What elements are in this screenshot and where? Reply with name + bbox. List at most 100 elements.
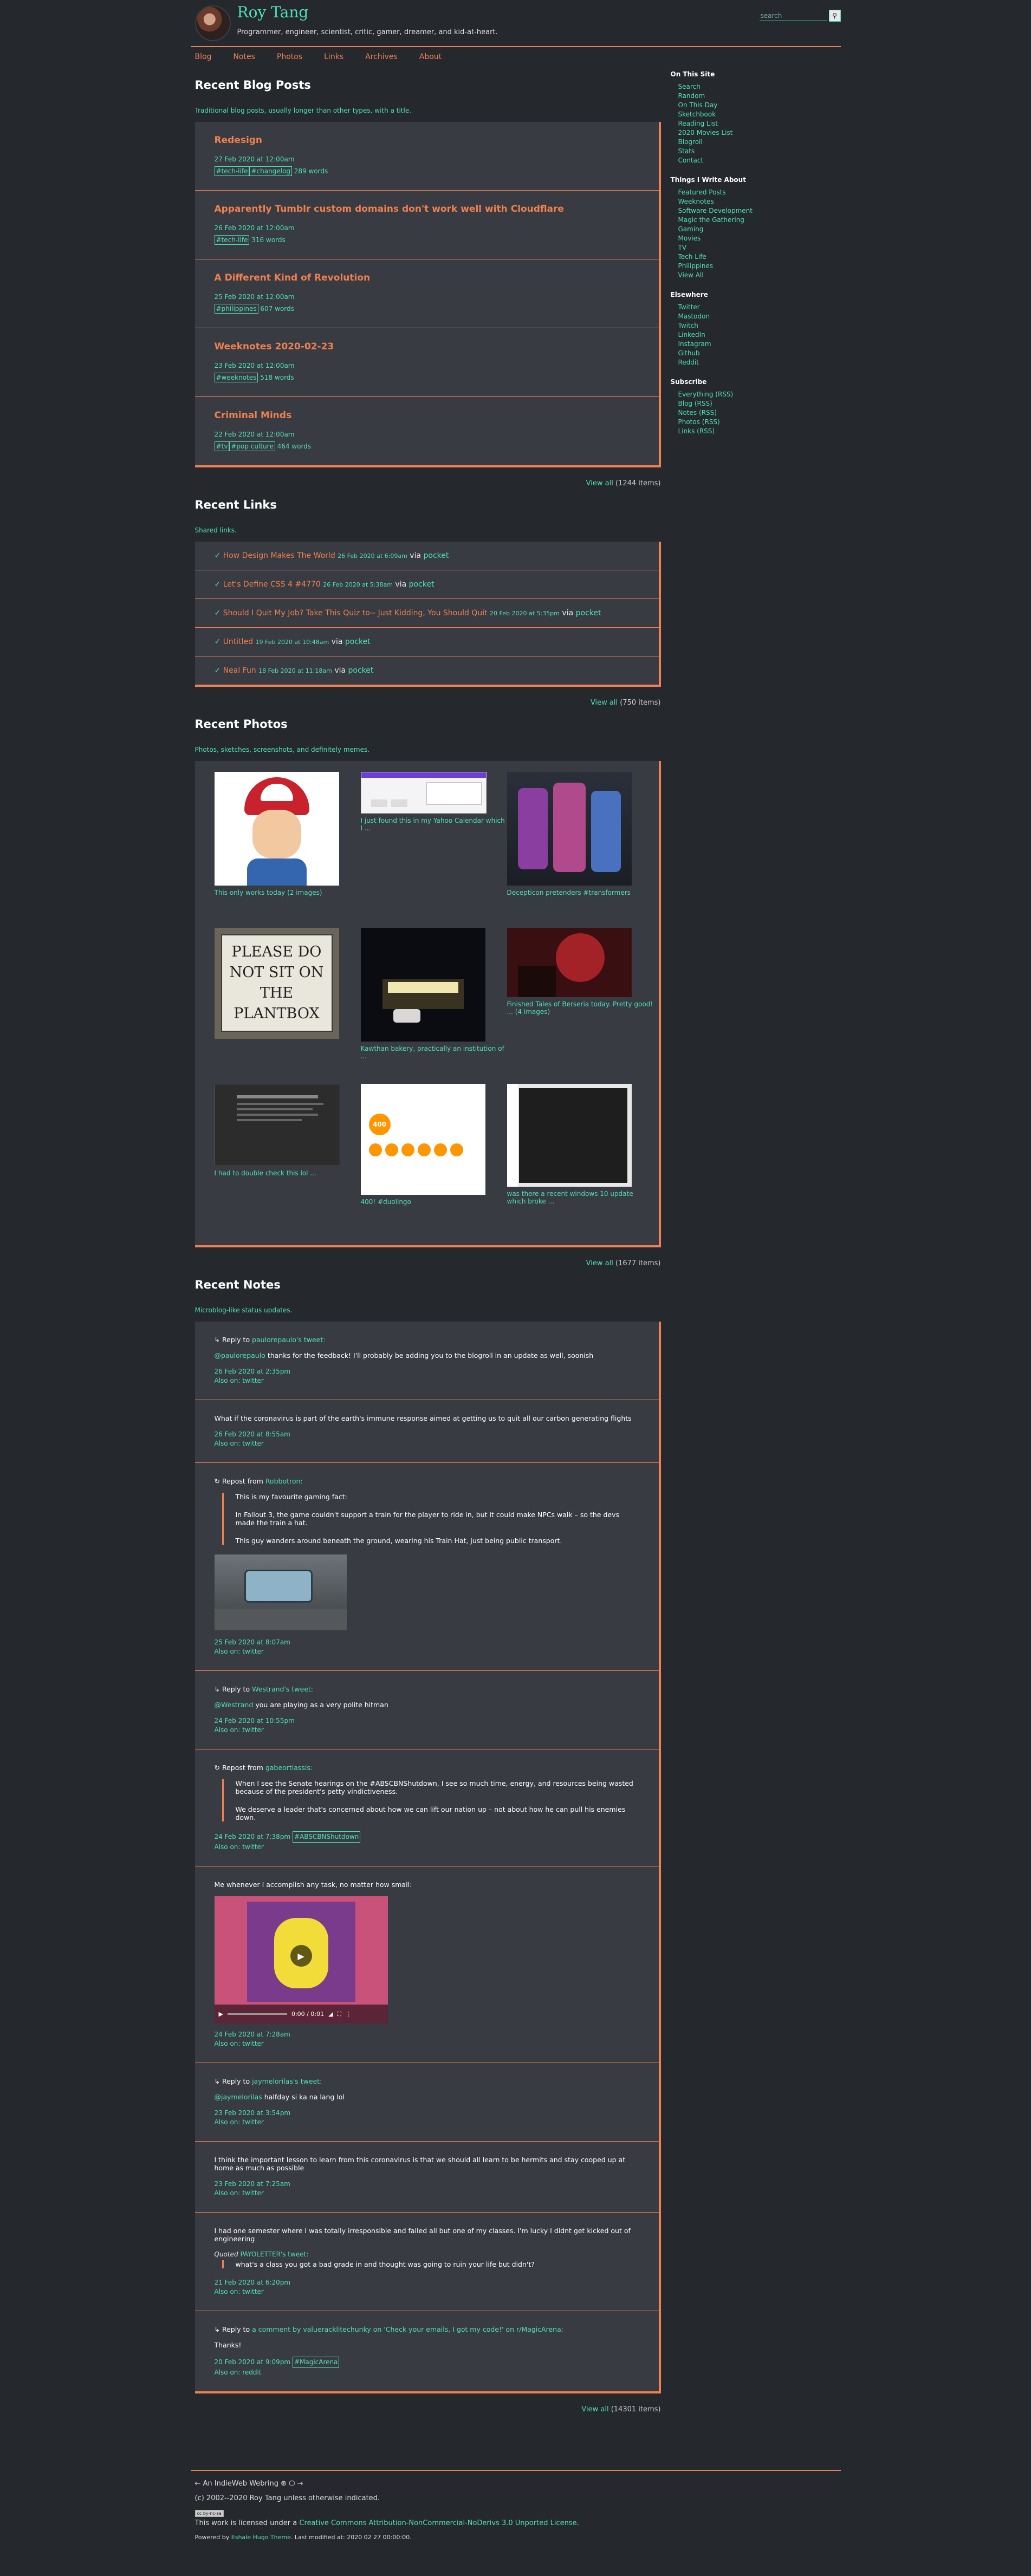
license-link[interactable]: Creative Commons Attribution-NonCommerci…	[299, 2519, 576, 2527]
photo-caption[interactable]: Finished Tales of Berseria today. Pretty…	[507, 1000, 653, 1016]
note-date[interactable]: 24 Feb 2020 at 7:38pm	[215, 1833, 291, 1840]
photo-caption[interactable]: This only works today (2 images)	[215, 889, 361, 896]
link-date[interactable]: 20 Feb 2020 at 5:35pm	[490, 610, 560, 617]
sidebar-item-rss-everything[interactable]: Everything (RSS)	[678, 390, 833, 399]
photo-caption[interactable]: was there a recent windows 10 update whi…	[507, 1190, 653, 1205]
sidebar-item-rss-blog[interactable]: Blog (RSS)	[678, 399, 833, 408]
photo-item[interactable]: PLEASE DO NOT SIT ON THE PLANTBOX	[214, 928, 361, 1062]
note-mention[interactable]: @Westrand	[215, 1701, 254, 1709]
note-date[interactable]: 26 Feb 2020 at 2:35pm	[215, 1368, 291, 1375]
sidebar-item-stats[interactable]: Stats	[678, 147, 833, 156]
note-also-on[interactable]: Also on: twitter	[215, 2118, 264, 2126]
note-also-on[interactable]: Also on: twitter	[215, 2040, 264, 2047]
more-icon[interactable]: ⋮	[346, 2011, 352, 2018]
cc-license-badge[interactable]: cc by-nc-sa	[194, 2510, 224, 2517]
nav-blog[interactable]: Blog	[195, 53, 212, 61]
note-also-on[interactable]: Also on: twitter	[215, 1648, 264, 1655]
post-tag[interactable]: #tech-life	[214, 235, 250, 245]
fullscreen-icon[interactable]: ⛶	[338, 2011, 342, 2018]
note-also-on[interactable]: Also on: twitter	[215, 1843, 264, 1851]
sidebar-item-contact[interactable]: Contact	[678, 156, 833, 165]
post-tag[interactable]: #changelog	[249, 166, 292, 176]
quoted-link[interactable]: PAYOLETTER's tweet:	[240, 2250, 308, 2258]
sidebar-item-search[interactable]: Search	[678, 82, 833, 92]
note-date[interactable]: 23 Feb 2020 at 7:25am	[215, 2180, 290, 2188]
post-tag[interactable]: #philippines	[214, 304, 258, 314]
note-context-link[interactable]: a comment by valueracklitechunky on 'Che…	[252, 2325, 563, 2333]
post-tag[interactable]: #weeknotes	[214, 373, 258, 382]
link-date[interactable]: 26 Feb 2020 at 6:09am	[338, 552, 407, 560]
avatar[interactable]	[194, 5, 231, 41]
theme-link[interactable]: Eshale Hugo Theme	[231, 2534, 291, 2541]
video-play-icon[interactable]: ▶	[219, 2011, 223, 2018]
note-date[interactable]: 24 Feb 2020 at 7:28am	[215, 2031, 290, 2038]
post-date[interactable]: 22 Feb 2020 at 12:00am	[215, 431, 639, 438]
sidebar-item-tv[interactable]: TV	[678, 243, 833, 252]
note-date[interactable]: 24 Feb 2020 at 10:55pm	[215, 1717, 295, 1725]
sidebar-item-linkedin[interactable]: LinkedIn	[678, 330, 833, 340]
photo-caption[interactable]: 400! #duolingo	[361, 1198, 507, 1206]
note-also-on[interactable]: Also on: twitter	[215, 1440, 264, 1447]
nav-links[interactable]: Links	[324, 53, 343, 61]
sidebar-item-movies-list[interactable]: 2020 Movies List	[678, 128, 833, 138]
photo-item[interactable]: I just found this in my Yahoo Calendar w…	[360, 772, 507, 906]
sidebar-item-instagram[interactable]: Instagram	[678, 340, 833, 349]
sidebar-item-rss-photos[interactable]: Photos (RSS)	[678, 418, 833, 427]
links-view-all-link[interactable]: View all	[591, 699, 618, 707]
photo-item[interactable]: This only works today (2 images)	[214, 772, 361, 906]
note-tag[interactable]: #MagicArena	[292, 2357, 340, 2368]
photo-item[interactable]: was there a recent windows 10 update whi…	[507, 1084, 653, 1218]
link-title[interactable]: How Design Makes The World	[223, 551, 335, 560]
sidebar-item-twitch[interactable]: Twitch	[678, 321, 833, 330]
post-title[interactable]: Apparently Tumblr custom domains don't w…	[215, 204, 639, 214]
blog-view-all-link[interactable]: View all	[586, 479, 613, 487]
photo-item[interactable]: Finished Tales of Berseria today. Pretty…	[507, 928, 653, 1062]
note-tag[interactable]: #ABSCBNShutdown	[292, 1831, 361, 1843]
note-date[interactable]: 23 Feb 2020 at 3:54pm	[215, 2109, 291, 2117]
note-also-on[interactable]: Also on: twitter	[215, 2189, 264, 2197]
link-source[interactable]: pocket	[345, 638, 371, 646]
sidebar-item-software-development[interactable]: Software Development	[678, 206, 833, 216]
photo-thumbnail[interactable]: PLEASE DO NOT SIT ON THE PLANTBOX	[214, 928, 339, 1039]
photo-thumbnail[interactable]	[214, 772, 339, 886]
photo-thumbnail[interactable]	[507, 772, 632, 886]
link-source[interactable]: pocket	[348, 666, 374, 675]
post-title[interactable]: Redesign	[215, 135, 639, 146]
photo-thumbnail[interactable]	[214, 1084, 340, 1166]
sidebar-item-mastodon[interactable]: Mastodon	[678, 312, 833, 321]
note-video[interactable]: ▶ ▶ 0:00 / 0:01 ◢ ⛶ ⋮	[214, 1896, 388, 2024]
link-source[interactable]: pocket	[576, 609, 601, 617]
volume-icon[interactable]: ◢	[328, 2011, 333, 2018]
post-tag[interactable]: #tech-life	[214, 166, 250, 176]
note-context-link[interactable]: gabeortiassis:	[265, 1764, 313, 1772]
post-date[interactable]: 26 Feb 2020 at 12:00am	[215, 224, 639, 232]
search-button[interactable]: ⚲	[828, 10, 841, 22]
note-also-on[interactable]: Also on: twitter	[215, 1377, 264, 1384]
link-date[interactable]: 19 Feb 2020 at 10:48am	[256, 639, 329, 646]
photo-item[interactable]: Decepticon pretenders #transformers	[507, 772, 653, 906]
nav-archives[interactable]: Archives	[365, 53, 398, 61]
note-context-link[interactable]: Westrand's tweet:	[252, 1685, 313, 1693]
sidebar-item-sketchbook[interactable]: Sketchbook	[678, 110, 833, 119]
sidebar-item-gaming[interactable]: Gaming	[678, 225, 833, 234]
photo-caption[interactable]: I had to double check this lol ...	[215, 1169, 361, 1177]
link-title[interactable]: Should I Quit My Job? Take This Quiz to-…	[223, 609, 488, 617]
note-also-on[interactable]: Also on: reddit	[215, 2369, 262, 2376]
note-date[interactable]: 21 Feb 2020 at 6:20pm	[215, 2279, 291, 2286]
photo-caption[interactable]: Kawthan bakery, practically an instituti…	[361, 1045, 507, 1060]
link-title[interactable]: Neal Fun	[223, 666, 256, 675]
nav-about[interactable]: About	[419, 53, 442, 61]
video-progress-bar[interactable]	[227, 2013, 287, 2015]
post-date[interactable]: 25 Feb 2020 at 12:00am	[215, 293, 639, 301]
note-image[interactable]	[214, 1554, 347, 1630]
nav-notes[interactable]: Notes	[233, 53, 255, 61]
note-mention[interactable]: @jaymelorilas	[215, 2093, 262, 2101]
note-date[interactable]: 26 Feb 2020 at 8:55am	[215, 1430, 290, 1438]
post-date[interactable]: 27 Feb 2020 at 12:00am	[215, 155, 639, 163]
photo-thumbnail[interactable]	[360, 772, 487, 814]
post-tag[interactable]: #pop culture	[229, 441, 275, 451]
webring-link[interactable]: ← An IndieWeb Webring ⊛ ⬡ →	[195, 2480, 841, 2488]
search-input[interactable]	[759, 10, 827, 21]
note-context-link[interactable]: paulorepaulo's tweet:	[252, 1336, 325, 1344]
play-icon[interactable]: ▶	[290, 1945, 312, 1967]
